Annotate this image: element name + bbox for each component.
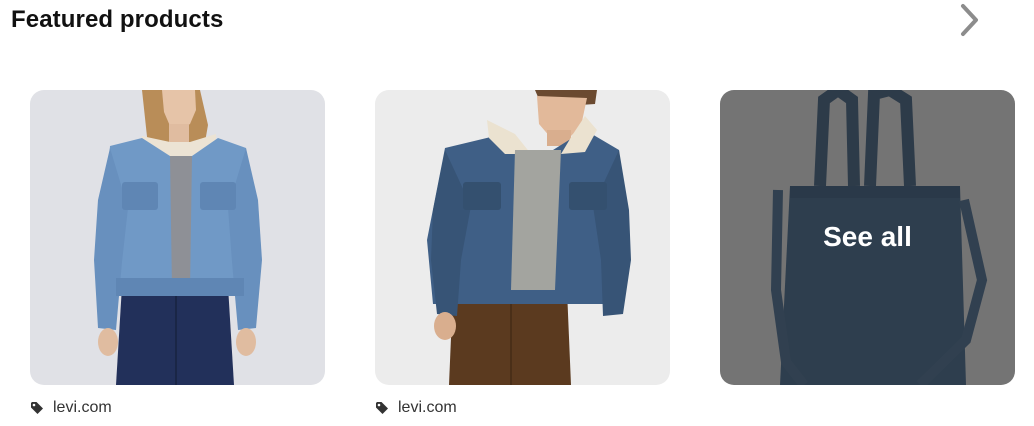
see-all-card[interactable]: See all xyxy=(720,90,1015,385)
tag-icon xyxy=(375,401,389,415)
next-button[interactable] xyxy=(952,0,988,40)
product-image-woman-jacket xyxy=(30,90,325,385)
product-source-link-2[interactable]: levi.com xyxy=(375,397,457,419)
product-image-man-jacket xyxy=(375,90,670,385)
product-source-link-1[interactable]: levi.com xyxy=(30,397,112,419)
product-card-1[interactable] xyxy=(30,90,325,385)
product-card-2[interactable] xyxy=(375,90,670,385)
product-source-text: levi.com xyxy=(398,399,457,416)
tag-icon xyxy=(30,401,44,415)
see-all-label: See all xyxy=(823,221,912,252)
product-source-text: levi.com xyxy=(53,399,112,416)
section-title: Featured products xyxy=(11,6,224,33)
chevron-right-icon xyxy=(961,4,978,36)
